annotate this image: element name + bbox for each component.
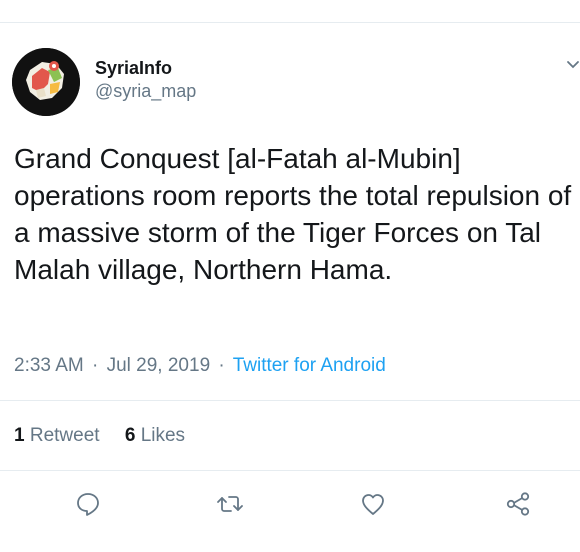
retweet-count: 1 [14,425,25,446]
retweet-arrows-icon [217,496,243,512]
retweet-button[interactable] [212,486,248,522]
tweet-source-link[interactable]: Twitter for Android [233,355,386,376]
heart-icon [362,494,384,515]
retweet-stat[interactable]: 1 Retweet [14,425,105,446]
share-nodes-icon [506,492,530,516]
chevron-down-icon[interactable] [566,58,580,72]
meta-separator: · [218,355,225,376]
tweet-header: SyriaInfo @syria_map [12,48,580,118]
action-bar [0,486,580,522]
avatar[interactable] [12,48,80,116]
display-name[interactable]: SyriaInfo [95,57,196,79]
tweet-text: Grand Conquest [al-Fatah al-Mubin] opera… [14,143,572,285]
retweet-label: Retweet [29,425,100,446]
tweet-meta: 2:33 AM · Jul 29, 2019 · Twitter for And… [14,355,386,377]
reply-button[interactable] [70,486,106,522]
tweet-date[interactable]: Jul 29, 2019 [107,355,211,376]
likes-label: Likes [140,425,186,446]
map-logo-icon [12,48,80,116]
meta-separator: · [92,355,99,376]
divider [0,400,580,401]
author-block[interactable]: SyriaInfo @syria_map [95,57,196,103]
like-button[interactable] [355,486,391,522]
tweet-stats: 1 Retweet 6 Likes [14,425,205,447]
user-handle[interactable]: @syria_map [95,79,196,103]
divider [0,470,580,471]
tweet-time[interactable]: 2:33 AM [14,355,84,376]
likes-count: 6 [124,425,136,446]
top-divider [0,22,580,23]
likes-stat[interactable]: 6 Likes [125,425,185,446]
share-button[interactable] [500,486,536,522]
speech-bubble-icon [77,493,99,516]
